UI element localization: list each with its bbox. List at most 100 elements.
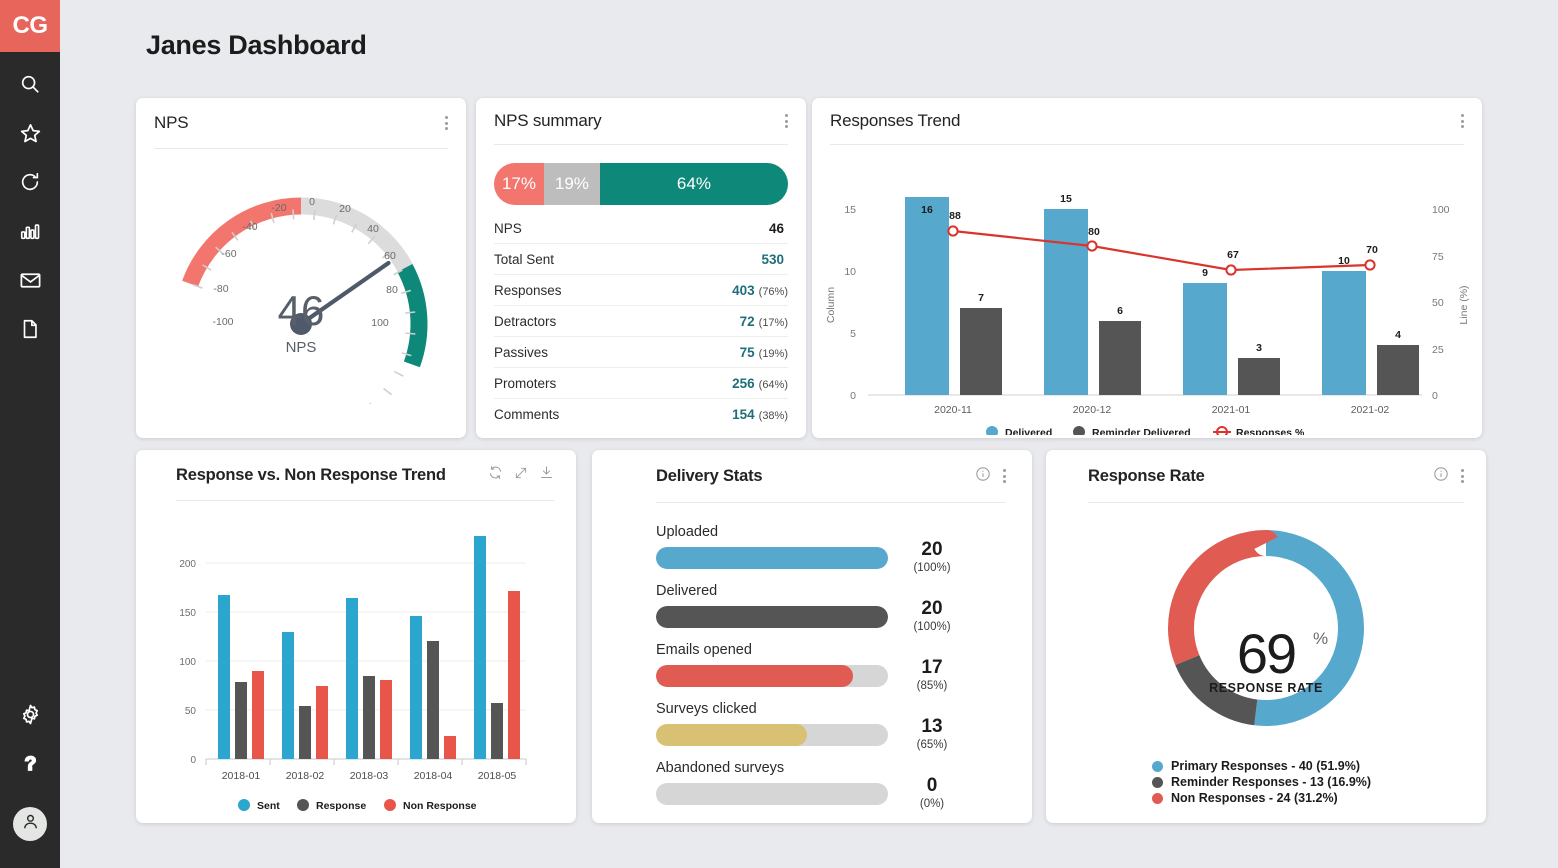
bar-non-response	[444, 736, 456, 759]
line-data-labels: 88 80 67 70	[949, 210, 1378, 261]
card-nps-menu-button[interactable]	[444, 116, 448, 130]
chart-legend: Sent Response Non Response	[238, 799, 477, 812]
bar-sent	[282, 632, 294, 759]
delivery-row-track	[656, 547, 888, 569]
info-icon[interactable]	[1433, 466, 1449, 487]
svg-text:67: 67	[1227, 249, 1239, 261]
card-response-rate-title: Response Rate	[1088, 466, 1205, 485]
sidebar-item-help[interactable]: ?	[0, 741, 60, 790]
delivery-row-track	[656, 783, 888, 805]
svg-text:-20: -20	[271, 202, 286, 214]
svg-text:2018-05: 2018-05	[478, 770, 517, 782]
app-logo[interactable]: CG	[0, 0, 60, 52]
card-nps-title: NPS	[154, 113, 189, 132]
download-icon[interactable]	[539, 465, 554, 485]
info-icon[interactable]	[975, 466, 991, 487]
summary-value-group: 530	[761, 252, 788, 267]
svg-text:2020-12: 2020-12	[1073, 404, 1112, 416]
delivery-row-track	[656, 665, 888, 687]
sidebar-item-favorites[interactable]	[0, 111, 60, 160]
card-delivery-stats: Delivery Stats Uploaded 20 (100%) Delive…	[592, 450, 1032, 823]
gear-icon	[19, 703, 42, 731]
delivery-row-label: Delivered	[656, 583, 718, 599]
bar-sent	[410, 616, 422, 759]
expand-icon[interactable]	[514, 466, 528, 485]
card-response-vs-non-response-title: Response vs. Non Response Trend	[176, 465, 446, 484]
delivery-row-value: 13	[921, 716, 943, 737]
refresh-icon[interactable]	[488, 465, 503, 485]
nps-bar-promoters: 64%	[599, 163, 788, 205]
page-content: Janes Dashboard NPS -100 -80 -60 -40 -20…	[60, 0, 1558, 868]
bar-non-response	[380, 680, 392, 759]
bar-reminder-delivered	[1099, 321, 1141, 395]
legend-dot-delivered	[986, 426, 998, 438]
response-vs-non-response-chart: 050 100150 200 2018-01 2018-02 2018-03 2…	[179, 536, 527, 812]
svg-text:2021-02: 2021-02	[1351, 404, 1390, 416]
sidebar-item-documents[interactable]	[0, 307, 60, 356]
svg-text:2018-04: 2018-04	[414, 770, 453, 782]
card-responses-trend-menu-button[interactable]	[1460, 114, 1464, 128]
bar-response	[427, 641, 439, 759]
bar-reminder-delivered	[1377, 345, 1419, 395]
card-response-rate-menu-button[interactable]	[1460, 469, 1464, 483]
summary-label: Detractors	[494, 313, 557, 329]
svg-text:2018-01: 2018-01	[222, 770, 261, 782]
delivery-row-value: 0	[926, 775, 938, 796]
sidebar-item-reports[interactable]	[0, 209, 60, 258]
legend-dot-non-responses	[1152, 792, 1163, 804]
bar-non-response	[316, 686, 328, 759]
svg-text:0: 0	[850, 390, 856, 402]
gauge-value: 46	[277, 287, 325, 334]
sidebar-item-messages[interactable]	[0, 258, 60, 307]
y-axis-left-labels: 0 5 10 15	[844, 204, 856, 402]
avatar[interactable]	[13, 807, 47, 841]
summary-row: Passives 75 (19%)	[494, 337, 788, 368]
delivery-row: Delivered 20 (100%)	[656, 576, 1006, 635]
legend-label-response: Response	[316, 800, 366, 812]
bar-chart-icon	[19, 220, 41, 247]
y-axis-right-labels: 0 25 50 75 100	[1432, 204, 1450, 402]
delivery-row-percent: (85%)	[916, 680, 948, 692]
sidebar-item-settings[interactable]	[0, 692, 60, 741]
donut-center-caption: RESPONSE RATE	[1209, 681, 1323, 695]
sidebar-item-search[interactable]	[0, 62, 60, 111]
svg-text:150: 150	[179, 608, 196, 619]
y-axis-left-title: Column	[825, 287, 837, 323]
summary-value-group: 75 (19%)	[740, 345, 788, 360]
divider	[494, 144, 788, 145]
summary-row: Comments 154 (38%)	[494, 399, 788, 429]
summary-label: Comments	[494, 406, 560, 422]
card-nps-summary-menu-button[interactable]	[784, 114, 788, 128]
bar-sent	[346, 598, 358, 759]
sidebar-nav-bottom: ?	[0, 692, 60, 868]
nps-bar-detractors: 17%	[494, 163, 544, 205]
delivery-row-percent: (100%)	[913, 621, 951, 633]
summary-value: 530	[761, 251, 784, 267]
svg-text:100: 100	[1432, 204, 1450, 216]
delivery-row-label: Uploaded	[656, 524, 719, 540]
legend-label-non-responses: Non Responses - 24 (31.2%)	[1171, 791, 1338, 805]
delivery-row-label: Emails opened	[656, 642, 752, 658]
nps-gauge: -100 -80 -60 -40 -20 0 20 40 60 80 100 4…	[136, 149, 466, 424]
card-responses-trend-title: Responses Trend	[830, 111, 961, 130]
summary-label: Responses	[494, 282, 562, 298]
delivery-row: Emails opened 17 (85%)	[656, 635, 1006, 694]
svg-text:88: 88	[949, 210, 961, 222]
x-axis-labels: 2018-01 2018-02 2018-03 2018-04 2018-05	[222, 770, 517, 782]
sidebar-item-refresh[interactable]	[0, 160, 60, 209]
delivery-row-fill	[656, 724, 807, 746]
card-action-icons	[488, 465, 554, 485]
svg-text:50: 50	[1432, 297, 1444, 309]
svg-text:2020-11: 2020-11	[934, 404, 972, 416]
card-delivery-stats-title: Delivery Stats	[656, 466, 763, 485]
delivery-row-percent: (0%)	[919, 798, 945, 810]
card-delivery-stats-menu-button[interactable]	[1002, 469, 1006, 483]
bar-response	[491, 703, 503, 759]
legend-dot-response	[297, 799, 309, 811]
svg-text:?: ?	[24, 754, 36, 775]
svg-text:75: 75	[1432, 251, 1444, 263]
delivery-row-fill	[656, 547, 888, 569]
donut-center-percent-sign: %	[1313, 629, 1329, 648]
legend-label-sent: Sent	[257, 800, 280, 812]
legend-label-reminder: Reminder Delivered	[1092, 427, 1191, 435]
